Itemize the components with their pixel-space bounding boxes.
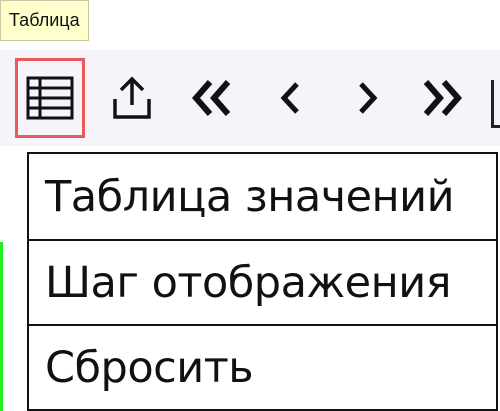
share-button[interactable] [97,58,167,138]
next-button[interactable] [333,58,403,138]
app-stage: Таблица Таблица значений Шаг отображения… [0,0,500,411]
menu-item-values-table[interactable]: Таблица значений [29,154,496,239]
prev-button[interactable] [255,58,325,138]
last-page-icon [420,78,464,118]
dropdown-menu: Таблица значений Шаг отображения Сбросит… [27,152,498,411]
menu-item-display-step[interactable]: Шаг отображения [29,239,496,324]
next-icon [353,78,383,118]
table-button[interactable] [15,58,85,138]
last-page-button[interactable] [407,58,477,138]
share-icon [110,75,154,121]
first-page-button[interactable] [177,58,247,138]
toolbar [0,50,500,146]
accent-line [0,242,3,411]
menu-item-reset[interactable]: Сбросить [29,324,496,409]
first-page-icon [190,78,234,118]
prev-icon [275,78,305,118]
toolbar-edge-bracket [491,80,500,128]
tooltip: Таблица [0,0,89,41]
table-icon [25,75,75,121]
